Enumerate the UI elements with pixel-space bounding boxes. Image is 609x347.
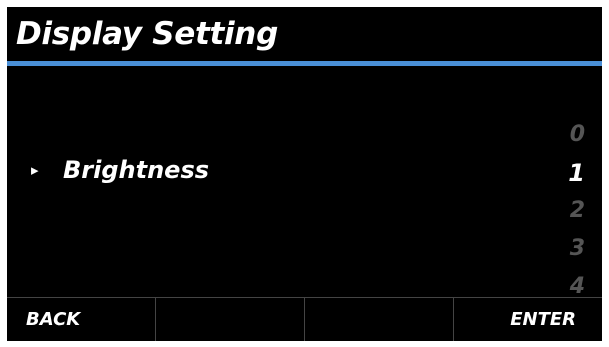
back-softkey[interactable]: BACK bbox=[7, 298, 155, 341]
value-option-3[interactable]: 3 bbox=[545, 230, 585, 268]
value-option-1-selected[interactable]: 1 bbox=[545, 154, 585, 192]
value-picker[interactable]: 0 1 2 3 4 bbox=[545, 116, 585, 306]
softkey-bar: BACK ENTER bbox=[7, 297, 602, 341]
enter-softkey-label: ENTER bbox=[510, 309, 576, 330]
enter-softkey[interactable]: ENTER bbox=[453, 298, 602, 341]
title-divider bbox=[7, 61, 602, 66]
value-option-0[interactable]: 0 bbox=[545, 116, 585, 154]
page-title: Display Setting bbox=[16, 16, 278, 52]
back-softkey-label: BACK bbox=[26, 309, 81, 330]
display-screen: Display Setting ▸ Brightness 0 1 2 3 4 B… bbox=[7, 7, 602, 341]
value-option-2[interactable]: 2 bbox=[545, 192, 585, 230]
menu-item-label: Brightness bbox=[63, 156, 210, 184]
softkey-2[interactable] bbox=[155, 298, 304, 341]
selection-arrow-icon: ▸ bbox=[31, 161, 39, 179]
softkey-3[interactable] bbox=[304, 298, 453, 341]
menu-item-brightness[interactable]: ▸ Brightness bbox=[7, 153, 602, 189]
